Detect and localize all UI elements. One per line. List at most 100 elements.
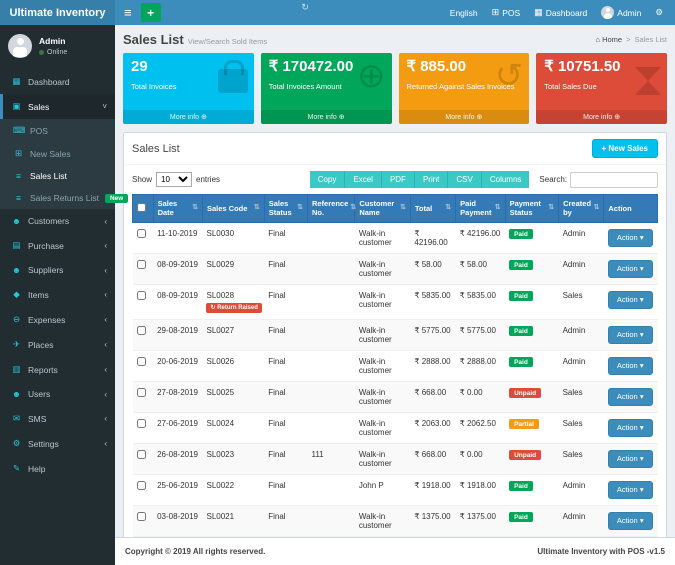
nav-pos-link[interactable]: ⊞ POS bbox=[492, 7, 521, 18]
action-button[interactable]: Action ▾ bbox=[608, 481, 653, 499]
sort-icon: ⇅ bbox=[445, 204, 451, 213]
sidebar-user-panel: Admin Online bbox=[0, 25, 115, 69]
dashboard-icon: ▦ bbox=[11, 76, 22, 87]
row-checkbox[interactable] bbox=[137, 450, 146, 459]
row-checkbox[interactable] bbox=[137, 388, 146, 397]
app-brand[interactable]: Ultimate Inventory bbox=[0, 0, 115, 25]
reference-no-cell bbox=[307, 222, 354, 253]
action-button[interactable]: Action ▾ bbox=[608, 229, 653, 247]
sidebar-item-help[interactable]: ✎ Help bbox=[0, 456, 115, 481]
header-created-by[interactable]: Created by⇅ bbox=[559, 195, 604, 223]
header-sales-date[interactable]: Sales Date⇅ bbox=[153, 195, 202, 223]
select-all-checkbox[interactable] bbox=[137, 203, 146, 212]
pdf-button[interactable]: PDF bbox=[382, 171, 415, 188]
reference-no-cell bbox=[307, 381, 354, 412]
action-button[interactable]: Action ▾ bbox=[608, 291, 653, 309]
sidebar-item-customers[interactable]: ☻ Customers ‹ bbox=[0, 209, 115, 233]
sidebar-item-purchase[interactable]: ▤ Purchase ‹ bbox=[0, 233, 115, 258]
header-sales-status[interactable]: Sales Status⇅ bbox=[264, 195, 307, 223]
total-cell: ₹ 5835.00 bbox=[410, 284, 455, 319]
header-sales-code[interactable]: Sales Code⇅ bbox=[202, 195, 264, 223]
excel-button[interactable]: Excel bbox=[345, 171, 382, 188]
header-reference-no[interactable]: Reference No.⇅ bbox=[307, 195, 354, 223]
more-info-link[interactable]: More info ⊕ bbox=[536, 110, 667, 124]
action-button[interactable]: Action ▾ bbox=[608, 260, 653, 278]
sidebar-item-sales-list[interactable]: ≡ Sales List bbox=[0, 165, 115, 187]
nav-dashboard-link[interactable]: ▦ Dashboard bbox=[534, 7, 587, 18]
row-checkbox[interactable] bbox=[137, 419, 146, 428]
breadcrumb-home-link[interactable]: ⌂ Home bbox=[596, 35, 623, 44]
row-checkbox[interactable] bbox=[137, 512, 146, 521]
loading-refresh-icon: ↻ bbox=[301, 2, 309, 13]
sidebar-item-expenses[interactable]: ⊖ Expenses ‹ bbox=[0, 307, 115, 332]
language-menu[interactable]: English bbox=[450, 8, 478, 18]
payment-status-cell: Paid bbox=[505, 284, 559, 319]
cart-icon: ▣ bbox=[11, 101, 22, 112]
header-total[interactable]: Total⇅ bbox=[410, 195, 455, 223]
action-button[interactable]: Action ▾ bbox=[608, 419, 653, 437]
header-paid-payment[interactable]: Paid Payment⇅ bbox=[456, 195, 505, 223]
created-by-cell: Admin bbox=[559, 474, 604, 505]
action-button[interactable]: Action ▾ bbox=[608, 388, 653, 406]
copy-button[interactable]: Copy bbox=[310, 171, 346, 188]
hamburger-menu-icon[interactable]: ≡ bbox=[115, 0, 141, 25]
sidebar-item-items[interactable]: ◆ Items ‹ bbox=[0, 282, 115, 307]
row-checkbox[interactable] bbox=[137, 260, 146, 269]
stat-returned-against-sales: ↺ ₹ 885.00 Returned Against Sales Invoic… bbox=[399, 53, 530, 124]
sidebar-item-sales[interactable]: ▣ Sales ˅ bbox=[0, 94, 115, 119]
sales-code-cell: SL0024 ↻ Return Raised bbox=[202, 412, 264, 443]
sales-date-cell: 11-10-2019 bbox=[153, 222, 202, 253]
paid-payment-cell: ₹ 42196.00 bbox=[456, 222, 505, 253]
action-button[interactable]: Action ▾ bbox=[608, 512, 653, 530]
sidebar-item-places[interactable]: ✈ Places ‹ bbox=[0, 332, 115, 357]
new-sales-button[interactable]: + New Sales bbox=[592, 139, 658, 158]
sidebar-item-sales-returns-list[interactable]: ≡ Sales Returns List New bbox=[0, 187, 115, 209]
sales-code-cell: SL0029 ↻ Return Raised bbox=[202, 253, 264, 284]
sidebar-item-pos[interactable]: ⌨ POS bbox=[0, 119, 115, 142]
header-payment-status[interactable]: Payment Status⇅ bbox=[505, 195, 559, 223]
csv-button[interactable]: CSV bbox=[448, 171, 481, 188]
bar-chart-icon: ▥ bbox=[11, 364, 22, 375]
minus-circle-icon: ⊖ bbox=[11, 314, 22, 325]
quick-add-button[interactable]: + bbox=[141, 3, 161, 22]
header-customer-name[interactable]: Customer Name⇅ bbox=[355, 195, 411, 223]
action-button[interactable]: Action ▾ bbox=[608, 450, 653, 468]
table-row: 25-06-2019 SL0022 ↻ Return Raised Final … bbox=[133, 474, 658, 505]
row-checkbox[interactable] bbox=[137, 481, 146, 490]
settings-cogs-icon[interactable]: ⚙ bbox=[655, 7, 663, 18]
gear-icon: ⚙ bbox=[11, 438, 22, 449]
columns-button[interactable]: Columns bbox=[482, 171, 530, 188]
sidebar-item-suppliers[interactable]: ☻ Suppliers ‹ bbox=[0, 258, 115, 282]
sort-icon: ⇅ bbox=[594, 204, 600, 213]
more-info-link[interactable]: More info ⊕ bbox=[123, 110, 254, 124]
row-checkbox[interactable] bbox=[137, 326, 146, 335]
sidebar-item-new-sales[interactable]: ⊞ New Sales bbox=[0, 142, 115, 165]
row-checkbox[interactable] bbox=[137, 291, 146, 300]
chevron-left-icon: ‹ bbox=[104, 414, 107, 423]
reference-no-cell bbox=[307, 350, 354, 381]
sidebar-item-reports[interactable]: ▥ Reports ‹ bbox=[0, 357, 115, 382]
sales-code-cell: SL0026 ↻ Return Raised bbox=[202, 350, 264, 381]
stat-total-invoices-amount: ⊕ ₹ 170472.00 Total Invoices Amount More… bbox=[261, 53, 392, 124]
row-checkbox[interactable] bbox=[137, 357, 146, 366]
sidebar-item-settings[interactable]: ⚙ Settings ‹ bbox=[0, 431, 115, 456]
reference-no-cell bbox=[307, 284, 354, 319]
sidebar-item-users[interactable]: ☻ Users ‹ bbox=[0, 382, 115, 406]
more-info-link[interactable]: More info ⊕ bbox=[261, 110, 392, 124]
row-checkbox[interactable] bbox=[137, 229, 146, 238]
action-button[interactable]: Action ▾ bbox=[608, 357, 653, 375]
search-input[interactable] bbox=[570, 172, 658, 188]
paid-payment-cell: ₹ 5835.00 bbox=[456, 284, 505, 319]
sidebar-item-dashboard[interactable]: ▦ Dashboard bbox=[0, 69, 115, 94]
action-button[interactable]: Action ▾ bbox=[608, 326, 653, 344]
payment-status-badge: Paid bbox=[509, 512, 533, 522]
sidebar-item-sms[interactable]: ✉ SMS ‹ bbox=[0, 406, 115, 431]
user-menu[interactable]: Admin bbox=[601, 6, 641, 19]
more-info-link[interactable]: More info ⊕ bbox=[399, 110, 530, 124]
sales-status-cell: Final bbox=[264, 412, 307, 443]
print-button[interactable]: Print bbox=[415, 171, 448, 188]
users-icon: ☻ bbox=[11, 216, 22, 226]
paid-payment-cell: ₹ 2888.00 bbox=[456, 350, 505, 381]
paid-payment-cell: ₹ 1918.00 bbox=[456, 474, 505, 505]
page-length-select[interactable]: 10 bbox=[156, 172, 192, 187]
